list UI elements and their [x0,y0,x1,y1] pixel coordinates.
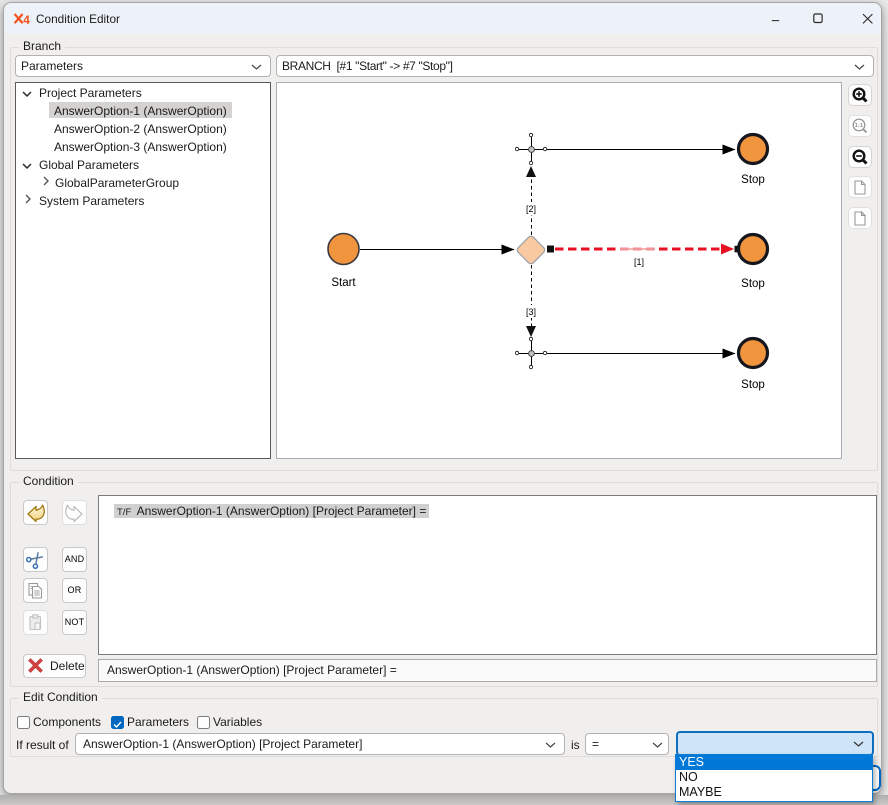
svg-text:[2]: [2] [526,204,536,214]
svg-text:[1]: [1] [634,257,644,267]
svg-text:Stop: Stop [741,174,765,186]
svg-text:Stop: Stop [741,379,765,391]
svg-text:Start: Start [331,277,356,289]
svg-text:Stop: Stop [741,278,765,290]
svg-text:[3]: [3] [526,307,536,317]
svg-text:1:1: 1:1 [855,123,864,129]
svg-text:4: 4 [23,13,30,25]
